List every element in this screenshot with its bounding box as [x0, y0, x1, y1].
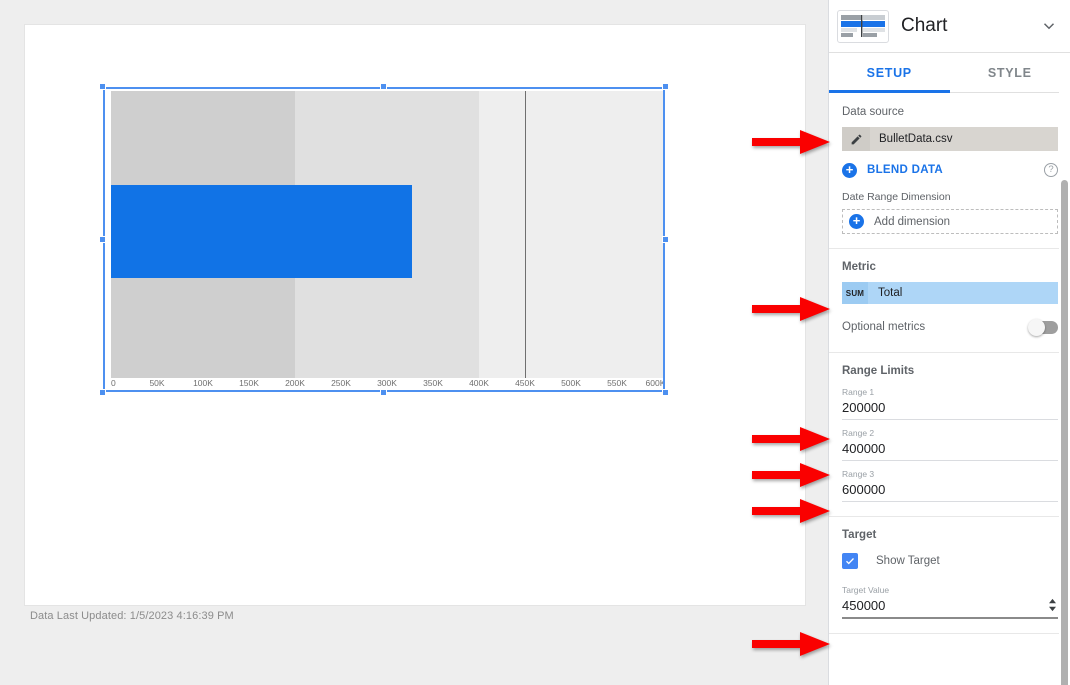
- panel-title: Chart: [901, 15, 948, 36]
- x-tick-label: 300K: [377, 378, 397, 388]
- up-down-stepper-icon[interactable]: [1047, 598, 1058, 615]
- show-target-checkbox[interactable]: [842, 553, 858, 569]
- target-value-field[interactable]: Target Value 450000: [842, 584, 1058, 619]
- chevron-down-glyph: [1043, 23, 1055, 30]
- panel-scroll-content: Data source BulletData.csv + BLEND DATA …: [829, 94, 1070, 685]
- app-root: 0 50K 100K 150K 200K 250K 300K 350K 400K 450K 500K…: [0, 0, 1070, 685]
- resize-handle-middle-right[interactable]: [662, 235, 669, 243]
- bullet-chart-thumbnail-icon[interactable]: [837, 9, 889, 43]
- panel-header: Chart: [829, 0, 1070, 53]
- target-marker-line: [525, 91, 526, 378]
- blend-data-row[interactable]: + BLEND DATA ?: [842, 159, 1058, 181]
- x-tick-label: 600K: [645, 378, 663, 388]
- checkmark-icon: [846, 558, 854, 565]
- x-tick-label: 100K: [193, 378, 213, 388]
- panel-tabs: SETUP STYLE: [829, 53, 1070, 93]
- toggle-knob: [1028, 318, 1045, 336]
- panel-scrollbar-track[interactable]: [1059, 88, 1070, 685]
- x-tick-label: 250K: [331, 378, 351, 388]
- tab-setup[interactable]: SETUP: [829, 53, 950, 93]
- stepper-glyph: [1049, 598, 1056, 612]
- x-tick-label: 0: [111, 378, 116, 388]
- x-tick-label: 350K: [423, 378, 443, 388]
- range-limits-section-title: Range Limits: [842, 365, 915, 377]
- target-section-title: Target: [842, 529, 877, 541]
- x-tick-label: 150K: [239, 378, 259, 388]
- chevron-down-icon[interactable]: [1038, 15, 1060, 37]
- data-source-row[interactable]: BulletData.csv: [842, 127, 1058, 151]
- add-dimension-button[interactable]: + Add dimension: [842, 209, 1058, 234]
- date-range-dimension-label: Date Range Dimension: [842, 191, 951, 203]
- range-2-field[interactable]: Range 2 400000: [842, 427, 1058, 461]
- chart-properties-panel: Chart SETUP STYLE Data source BulletData…: [828, 0, 1070, 685]
- section-data-source: Data source BulletData.csv + BLEND DATA …: [829, 94, 1070, 249]
- x-tick-label: 50K: [149, 378, 165, 388]
- range-band-3: [479, 91, 663, 378]
- section-range-limits: Range Limits Range 1 200000 Range 2 4000…: [829, 353, 1070, 517]
- metric-section-title: Metric: [842, 261, 876, 273]
- add-dimension-label: Add dimension: [874, 215, 951, 228]
- x-tick-label: 200K: [285, 378, 305, 388]
- panel-scrollbar-thumb[interactable]: [1061, 180, 1068, 685]
- plus-circle-icon: +: [849, 214, 864, 229]
- metric-chip-total[interactable]: SUM Total: [842, 282, 1058, 304]
- section-metric: Metric SUM Total Optional metrics: [829, 249, 1070, 353]
- resize-handle-top-center[interactable]: [380, 83, 387, 90]
- range-1-input[interactable]: 200000: [842, 398, 1058, 417]
- range-3-label: Range 3: [842, 469, 875, 479]
- optional-metrics-toggle[interactable]: [1028, 318, 1058, 336]
- section-target: Target Show Target Target Value 450000: [829, 517, 1070, 634]
- metric-name: Total: [878, 287, 903, 299]
- range-2-input[interactable]: 400000: [842, 439, 1058, 458]
- show-target-row[interactable]: Show Target: [842, 550, 1058, 572]
- x-tick-label: 400K: [469, 378, 489, 388]
- range-1-field[interactable]: Range 1 200000: [842, 386, 1058, 420]
- resize-handle-bottom-right[interactable]: [662, 389, 669, 396]
- x-tick-label: 450K: [515, 378, 535, 388]
- measure-bar: [111, 185, 412, 278]
- x-tick-label: 550K: [607, 378, 627, 388]
- tab-style[interactable]: STYLE: [950, 53, 1070, 92]
- show-target-label: Show Target: [876, 555, 940, 567]
- optional-metrics-row: Optional metrics: [842, 316, 1058, 338]
- bullet-chart-render: 0 50K 100K 150K 200K 250K 300K 350K 400K 450K 500K…: [105, 89, 663, 390]
- blend-data-label: BLEND DATA: [867, 164, 944, 176]
- bullet-chart-object[interactable]: 0 50K 100K 150K 200K 250K 300K 350K 400K 450K 500K…: [99, 83, 669, 396]
- data-source-section-title: Data source: [842, 106, 905, 118]
- data-source-name: BulletData.csv: [879, 133, 953, 145]
- resize-handle-bottom-left[interactable]: [99, 389, 106, 396]
- report-page[interactable]: 0 50K 100K 150K 200K 250K 300K 350K 400K 450K 500K…: [24, 24, 806, 606]
- target-value-input[interactable]: 450000: [842, 596, 889, 615]
- bullet-chart-plot: [111, 91, 663, 378]
- resize-handle-middle-left[interactable]: [99, 235, 106, 243]
- metric-aggregation-badge: SUM: [842, 282, 868, 304]
- optional-metrics-label: Optional metrics: [842, 321, 926, 333]
- help-circle-icon[interactable]: ?: [1044, 163, 1058, 177]
- plus-circle-icon: +: [842, 162, 857, 178]
- bullet-chart-thumbnail-glyph: [841, 15, 885, 37]
- range-1-label: Range 1: [842, 387, 875, 397]
- target-value-label: Target Value: [842, 585, 890, 595]
- report-canvas-area[interactable]: 0 50K 100K 150K 200K 250K 300K 350K 400K 450K 500K…: [0, 0, 828, 685]
- data-last-updated-text: Data Last Updated: 1/5/2023 4:16:39 PM: [30, 610, 234, 622]
- x-axis-tick-labels: 0 50K 100K 150K 200K 250K 300K 350K 400K 450K 500K…: [111, 378, 663, 390]
- resize-handle-top-right[interactable]: [662, 83, 669, 90]
- range-3-field[interactable]: Range 3 600000: [842, 468, 1058, 502]
- range-2-label: Range 2: [842, 428, 875, 438]
- resize-handle-bottom-center[interactable]: [380, 389, 387, 396]
- resize-handle-top-left[interactable]: [99, 83, 106, 90]
- range-3-input[interactable]: 600000: [842, 480, 1058, 499]
- x-tick-label: 500K: [561, 378, 581, 388]
- pencil-icon[interactable]: [842, 127, 870, 151]
- pencil-glyph: [851, 134, 861, 144]
